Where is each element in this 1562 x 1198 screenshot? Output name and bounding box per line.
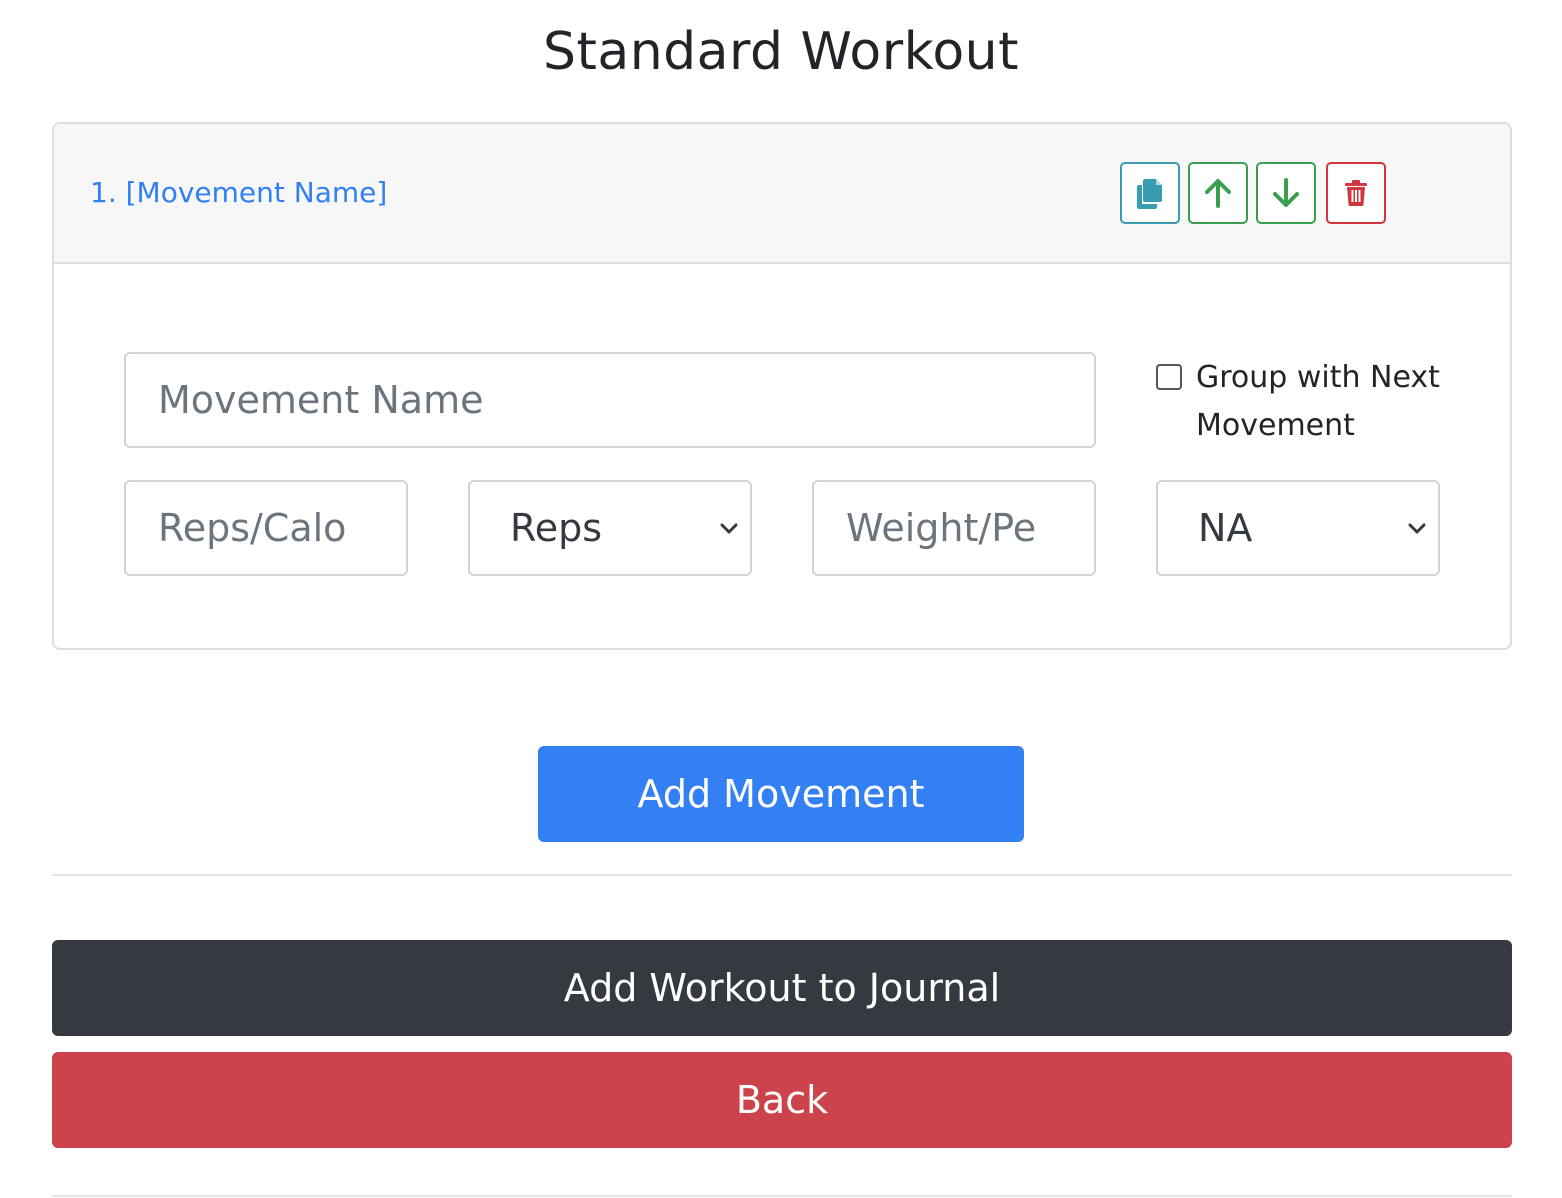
move-down-button[interactable] (1256, 162, 1316, 224)
reps-unit-selected: Reps (510, 506, 602, 550)
movement-card-header: 1. [Movement Name] (54, 124, 1510, 264)
move-up-button[interactable] (1188, 162, 1248, 224)
back-button[interactable]: Back (52, 1052, 1512, 1148)
copy-icon (1137, 179, 1162, 209)
arrow-up-icon (1205, 179, 1231, 208)
movement-header-link[interactable]: 1. [Movement Name] (90, 176, 387, 209)
weight-input[interactable] (812, 480, 1096, 576)
movement-card: 1. [Movement Name] Movement Name Group w… (52, 122, 1512, 650)
divider (52, 1195, 1512, 1197)
trash-icon (1345, 180, 1367, 206)
chevron-down-icon (1408, 523, 1426, 534)
add-workout-to-journal-button[interactable]: Add Workout to Journal (52, 940, 1512, 1036)
delete-button[interactable] (1326, 162, 1386, 224)
chevron-down-icon (720, 523, 738, 534)
add-movement-button[interactable]: Add Movement (538, 746, 1024, 842)
group-with-next-label: Group with Next Movement (1196, 360, 1440, 443)
arrow-down-icon (1273, 178, 1299, 207)
copy-button[interactable] (1120, 162, 1180, 224)
weight-unit-selected: NA (1198, 506, 1253, 550)
movement-name-input[interactable] (124, 352, 1096, 448)
weight-unit-select[interactable]: NA (1156, 480, 1440, 576)
page-title: Standard Workout (542, 22, 1020, 82)
reps-calories-input[interactable] (124, 480, 408, 576)
page: Standard Workout 1. [Movement Name] Move… (0, 0, 1562, 1198)
divider (52, 874, 1512, 876)
reps-unit-select[interactable]: Reps (468, 480, 752, 576)
group-with-next-checkbox[interactable] (1156, 364, 1182, 390)
